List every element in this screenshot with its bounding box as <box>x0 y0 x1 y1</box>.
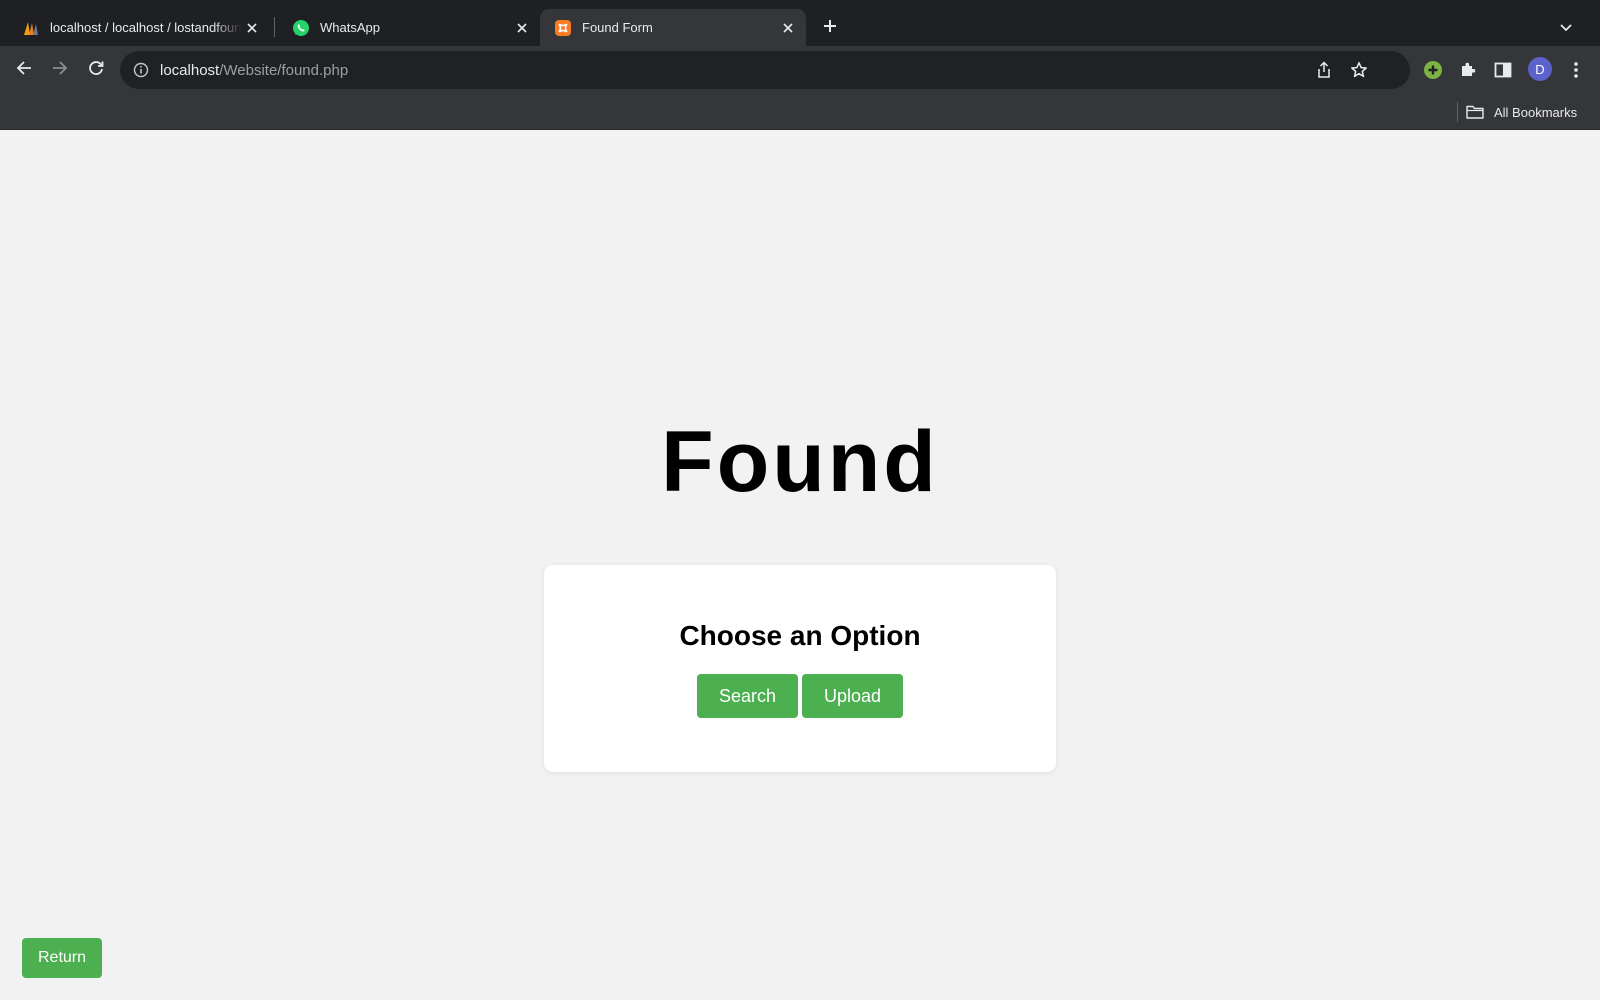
close-icon[interactable] <box>512 18 532 38</box>
tab-found-form[interactable]: Found Form <box>540 9 806 46</box>
close-icon[interactable] <box>242 18 262 38</box>
page-title: Found <box>661 414 939 510</box>
back-button[interactable] <box>10 56 38 84</box>
browser-toolbar: localhost/Website/found.php D <box>0 46 1600 94</box>
all-bookmarks-label: All Bookmarks <box>1494 104 1578 120</box>
tab-title: Found Form <box>582 20 653 35</box>
bookmarks-divider <box>1457 102 1458 122</box>
tab-divider <box>274 17 275 37</box>
tab-phpmyadmin[interactable]: localhost / localhost / lostandfound <box>8 9 270 46</box>
url-host: localhost <box>160 61 220 79</box>
all-bookmarks-button[interactable]: All Bookmarks <box>1466 100 1577 124</box>
forward-button[interactable] <box>46 56 74 84</box>
url-path: /Website/found.php <box>219 61 349 79</box>
info-icon[interactable] <box>132 61 150 79</box>
phpmyadmin-icon <box>22 19 40 37</box>
more-menu-icon[interactable] <box>1564 58 1588 82</box>
close-icon[interactable] <box>778 18 798 38</box>
options-card: Choose an Option Search Upload <box>544 565 1056 772</box>
tab-strip: localhost / localhost / lostandfound Wha… <box>0 0 1600 46</box>
whatsapp-icon <box>292 19 310 37</box>
return-button[interactable]: Return <box>22 938 102 978</box>
plus-icon <box>823 19 837 38</box>
new-tab-button[interactable] <box>818 16 842 40</box>
url-text: localhost/Website/found.php <box>160 62 348 79</box>
arrow-right-icon <box>52 60 68 81</box>
tab-whatsapp[interactable]: WhatsApp <box>278 9 540 46</box>
star-icon[interactable] <box>1349 60 1369 80</box>
address-bar[interactable]: localhost/Website/found.php <box>120 51 1410 89</box>
bookmarks-bar: All Bookmarks <box>0 94 1600 130</box>
profile-avatar[interactable]: D <box>1528 57 1552 81</box>
extension-add-icon[interactable] <box>1421 58 1445 82</box>
search-button[interactable]: Search <box>697 674 798 718</box>
card-title: Choose an Option <box>679 620 921 651</box>
folder-icon <box>1466 104 1486 120</box>
xampp-icon <box>554 19 572 37</box>
reload-button[interactable] <box>82 56 110 84</box>
puzzle-icon[interactable] <box>1456 58 1480 82</box>
reload-icon <box>88 60 104 81</box>
side-panel-icon[interactable] <box>1491 58 1515 82</box>
tab-title: WhatsApp <box>320 20 380 35</box>
share-icon[interactable] <box>1314 60 1334 80</box>
tab-title: localhost / localhost / lostandfound <box>50 20 242 35</box>
upload-button[interactable]: Upload <box>802 674 903 718</box>
tab-search-button[interactable] <box>1554 16 1578 40</box>
arrow-left-icon <box>16 60 32 81</box>
chevron-down-icon <box>1560 19 1572 37</box>
